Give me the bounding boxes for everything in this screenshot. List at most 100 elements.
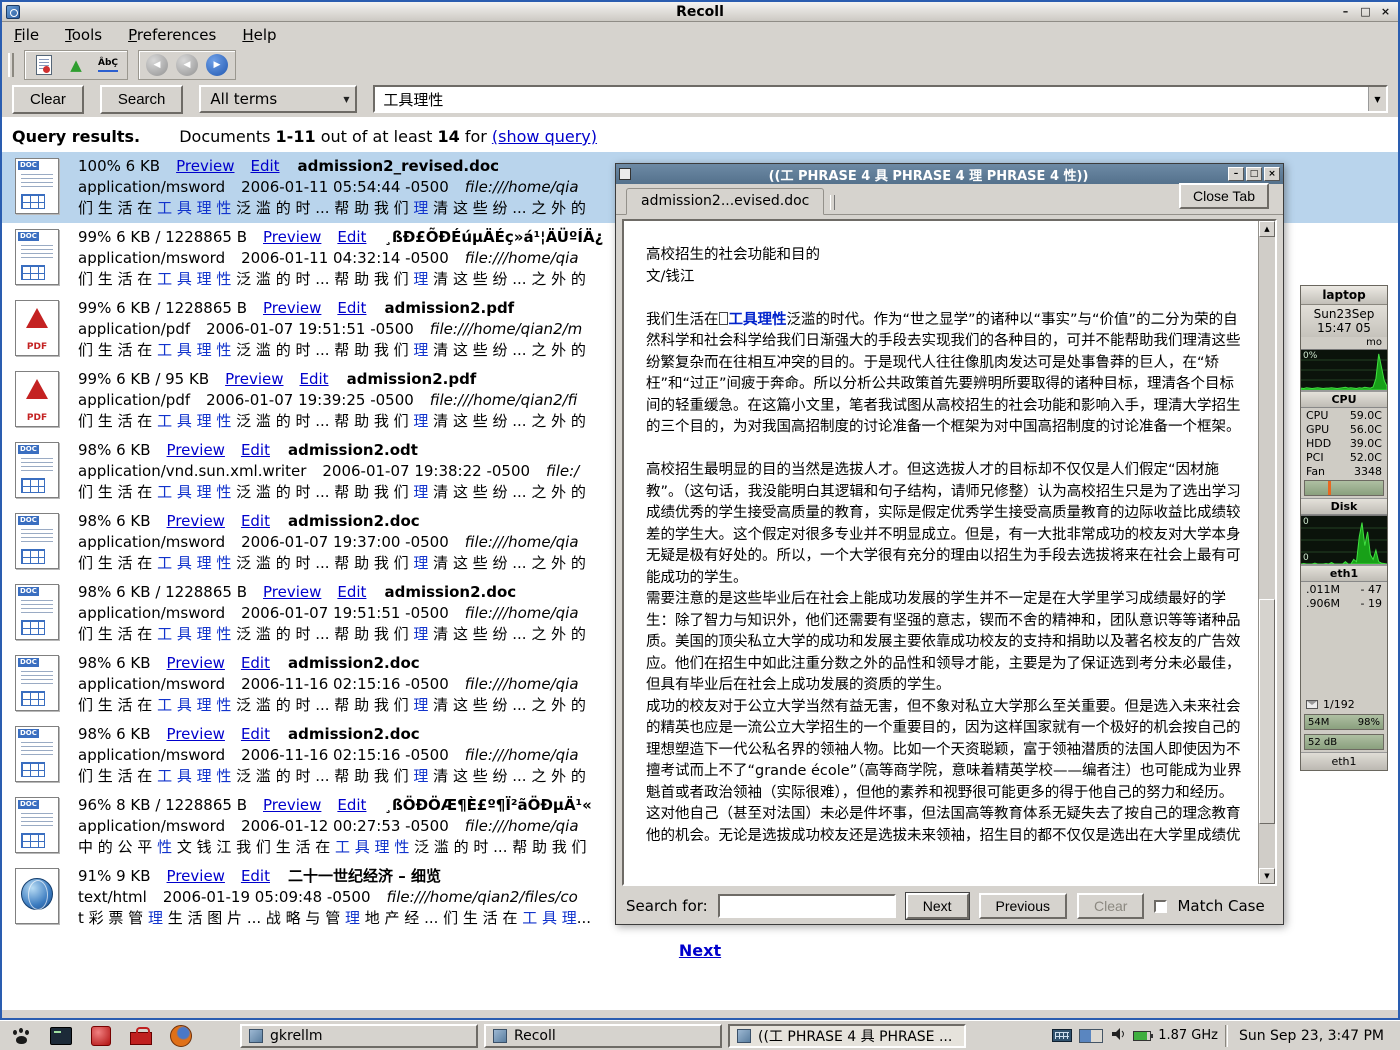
battery-icon[interactable]: [1133, 1031, 1151, 1041]
disk-graph[interactable]: 00: [1301, 515, 1387, 565]
preview-scrollbar[interactable]: ▲ ▼: [1258, 221, 1275, 884]
result-file-icon: DOC: [8, 653, 66, 711]
result-preview-link[interactable]: Preview: [167, 725, 225, 743]
toolbar-handle[interactable]: [8, 53, 14, 77]
result-mime: application/msword: [78, 249, 225, 267]
search-button[interactable]: Search: [100, 85, 184, 114]
query-history-dropdown-icon[interactable]: ▼: [1368, 87, 1386, 111]
minimize-button[interactable]: –: [1337, 4, 1354, 19]
next-page-link[interactable]: Next: [679, 941, 721, 960]
speaker-icon[interactable]: [1110, 1026, 1126, 1046]
taskbar-clock[interactable]: Sun Sep 23, 3:47 PM: [1235, 1028, 1392, 1044]
match-case-checkbox[interactable]: [1154, 900, 1167, 913]
taskbar-window-button[interactable]: gkrellm: [240, 1024, 478, 1048]
term-explorer-button[interactable]: ÂbÇ: [96, 53, 120, 77]
scroll-down-icon[interactable]: ▼: [1259, 868, 1275, 884]
preview-minimize-button[interactable]: –: [1228, 167, 1244, 181]
mail-envelope-icon: [1306, 700, 1318, 709]
preview-close-button[interactable]: ×: [1264, 167, 1280, 181]
snippet-text: 理: [413, 270, 428, 288]
result-preview-link[interactable]: Preview: [167, 512, 225, 530]
taskbar-windows: gkrellmRecoll((工 PHRASE 4 具 PHRASE ...: [240, 1024, 966, 1048]
menu-help[interactable]: Help: [242, 26, 276, 44]
result-edit-link[interactable]: Edit: [250, 157, 279, 175]
result-preview-link[interactable]: Preview: [167, 867, 225, 885]
result-text: 91% 9 KBPreviewEdit二十一世纪经济 – 细览text/html…: [78, 866, 594, 929]
result-edit-link[interactable]: Edit: [241, 725, 270, 743]
result-file-icon: DOC: [8, 156, 66, 214]
terminal-launcher[interactable]: [48, 1023, 74, 1049]
preview-titlebar[interactable]: ((工 PHRASE 4 具 PHRASE 4 理 PHRASE 4 性)) –…: [616, 164, 1283, 184]
result-preview-link[interactable]: Preview: [225, 370, 283, 388]
search-mode-select[interactable]: All terms ▼: [199, 85, 357, 113]
result-preview-link[interactable]: Preview: [263, 228, 321, 246]
result-edit-link[interactable]: Edit: [337, 583, 366, 601]
cpu-graph[interactable]: 0%: [1301, 349, 1387, 391]
net-section-header[interactable]: eth1: [1301, 565, 1387, 582]
result-preview-link[interactable]: Preview: [167, 441, 225, 459]
result-file-icon: DOC: [8, 511, 66, 569]
media-player-launcher[interactable]: [88, 1023, 114, 1049]
find-input[interactable]: [718, 894, 896, 918]
result-text: 98% 6 KBPreviewEditadmission2.docapplica…: [78, 724, 595, 787]
menu-preferences[interactable]: Preferences: [128, 26, 216, 44]
result-edit-link[interactable]: Edit: [241, 654, 270, 672]
close-button[interactable]: ×: [1377, 4, 1394, 19]
gkrellm-clock[interactable]: Sun23Sep15:47 05: [1301, 305, 1387, 337]
scrollbar-thumb[interactable]: [1259, 599, 1275, 824]
result-url: file:///home/qia: [465, 604, 579, 622]
mail-row[interactable]: 1/192: [1301, 696, 1387, 712]
table-view-button[interactable]: ▲: [64, 53, 88, 77]
menu-file[interactable]: File: [14, 26, 39, 44]
search-input[interactable]: [375, 87, 1368, 111]
firefox-launcher[interactable]: [168, 1023, 194, 1049]
result-preview-link[interactable]: Preview: [167, 654, 225, 672]
prev-page-button[interactable]: ◀: [176, 54, 198, 76]
disk-section-header[interactable]: Disk: [1301, 498, 1387, 515]
result-file-icon: PDF: [8, 298, 66, 356]
find-next-button[interactable]: Next: [906, 893, 969, 919]
show-query-link[interactable]: (show query): [492, 127, 597, 146]
result-preview-link[interactable]: Preview: [263, 796, 321, 814]
result-edit-link[interactable]: Edit: [241, 512, 270, 530]
snippet-text: 工 具 理 性: [157, 341, 231, 359]
net-left: .011M: [1306, 583, 1340, 596]
find-previous-button[interactable]: Previous: [979, 893, 1067, 919]
find-clear-button[interactable]: Clear: [1077, 893, 1144, 919]
paw-launcher[interactable]: [8, 1023, 34, 1049]
result-edit-link[interactable]: Edit: [241, 867, 270, 885]
maximize-button[interactable]: □: [1357, 4, 1374, 19]
result-edit-link[interactable]: Edit: [337, 299, 366, 317]
sound-meter[interactable]: 52 dB: [1304, 734, 1384, 750]
first-page-button[interactable]: ◀: [146, 54, 168, 76]
snippet-text: 泛 滥 的 时 ... 帮 助 我 们: [231, 767, 413, 785]
taskbar-window-button[interactable]: ((工 PHRASE 4 具 PHRASE ...: [728, 1024, 966, 1048]
results-range: 1-11: [276, 127, 316, 146]
taskbar-window-button[interactable]: Recoll: [484, 1024, 722, 1048]
next-page-button[interactable]: ▶: [206, 54, 228, 76]
workspace-pager-icon[interactable]: [1079, 1029, 1103, 1043]
result-preview-link[interactable]: Preview: [263, 583, 321, 601]
result-preview-link[interactable]: Preview: [263, 299, 321, 317]
cpu-section-header[interactable]: CPU: [1301, 391, 1387, 408]
fan-meter[interactable]: [1304, 480, 1384, 496]
keyboard-layout-icon[interactable]: [1052, 1029, 1072, 1042]
result-edit-link[interactable]: Edit: [241, 441, 270, 459]
system-tray: 1.87 GHz Sun Sep 23, 3:47 PM: [1052, 1025, 1392, 1047]
result-edit-link[interactable]: Edit: [337, 796, 366, 814]
scroll-up-icon[interactable]: ▲: [1259, 221, 1275, 237]
memory-meter[interactable]: 54M98%: [1304, 714, 1384, 730]
titlebar[interactable]: Recoll – □ ×: [2, 2, 1398, 22]
clear-form-button[interactable]: [32, 53, 56, 77]
cpu-frequency: 1.87 GHz: [1158, 1028, 1218, 1043]
clear-button[interactable]: Clear: [12, 85, 84, 114]
menu-tools[interactable]: Tools: [65, 26, 102, 44]
result-preview-link[interactable]: Preview: [176, 157, 234, 175]
close-tab-button[interactable]: Close Tab: [1179, 183, 1269, 209]
find-label: Search for:: [626, 897, 708, 915]
toolbox-launcher[interactable]: [128, 1023, 154, 1049]
result-edit-link[interactable]: Edit: [300, 370, 329, 388]
preview-maximize-button[interactable]: □: [1246, 167, 1262, 181]
result-edit-link[interactable]: Edit: [337, 228, 366, 246]
preview-tab[interactable]: admission2...evised.doc: [626, 188, 824, 215]
